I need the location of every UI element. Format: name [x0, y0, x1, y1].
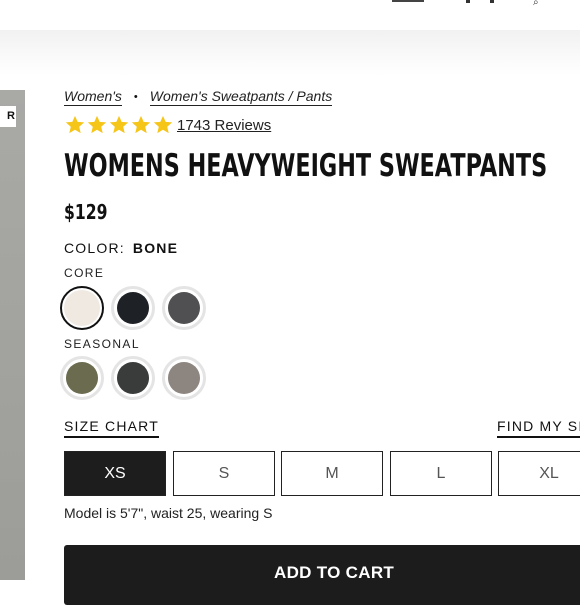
swatch-color-fill	[66, 362, 98, 394]
rating: 1743 Reviews	[64, 114, 271, 136]
find-my-size-link[interactable]: FIND MY SI	[497, 418, 580, 438]
swatch-olive[interactable]	[60, 356, 104, 400]
color-value: BONE	[132, 240, 179, 256]
reviews-link[interactable]: 1743 Reviews	[177, 117, 271, 134]
size-chart-link[interactable]: SIZE CHART	[64, 418, 159, 438]
top-nav-bar: ⌕	[0, 0, 580, 34]
swatch-black[interactable]	[111, 286, 155, 330]
color-label-row: COLOR: BONE	[64, 240, 178, 256]
size-option-l[interactable]: L	[390, 451, 492, 496]
star-icon	[65, 115, 85, 134]
size-option-xs[interactable]: XS	[64, 451, 166, 496]
add-to-cart-button[interactable]: ADD TO CART	[64, 545, 580, 605]
swatch-color-fill	[117, 362, 149, 394]
swatch-color-fill	[117, 292, 149, 324]
model-fit-note: Model is 5'7", waist 25, wearing S	[64, 505, 273, 521]
swatch-taupe[interactable]	[162, 356, 206, 400]
breadcrumb: Women's • Women's Sweatpants / Pants	[64, 88, 333, 106]
swatch-bone[interactable]	[60, 286, 104, 330]
breadcrumb-separator: •	[133, 91, 138, 103]
size-option-s[interactable]: S	[173, 451, 275, 496]
product-price: $129	[64, 200, 108, 224]
swatch-group-label-core: CORE	[64, 266, 105, 280]
breadcrumb-womens[interactable]: Women's	[64, 88, 122, 106]
account-icon[interactable]	[466, 0, 470, 3]
swatch-color-fill	[64, 290, 100, 326]
product-title: WOMENS HEAVYWEIGHT SWEATPANTS	[64, 148, 548, 184]
swatch-color-fill	[168, 362, 200, 394]
star-icon	[153, 115, 173, 134]
size-option-xl[interactable]: XL	[498, 451, 580, 496]
swatch-color-fill	[168, 292, 200, 324]
star-icon	[131, 115, 151, 134]
color-label: COLOR:	[64, 240, 125, 256]
star-rating	[64, 114, 174, 136]
size-option-m[interactable]: M	[281, 451, 383, 496]
image-badge: R	[0, 106, 16, 127]
swatch-dark-grey[interactable]	[111, 356, 155, 400]
add-to-cart-label: ADD TO CART	[274, 563, 395, 582]
swatch-group-label-seasonal: SEASONAL	[64, 337, 140, 351]
menu-icon[interactable]	[392, 0, 424, 2]
search-icon[interactable]: ⌕	[533, 0, 539, 8]
star-icon	[87, 115, 107, 134]
breadcrumb-womens-sweatpants[interactable]: Women's Sweatpants / Pants	[149, 88, 333, 106]
star-icon	[109, 115, 129, 134]
swatch-charcoal[interactable]	[162, 286, 206, 330]
header-shadow	[0, 30, 580, 76]
cart-icon[interactable]	[490, 0, 494, 3]
product-image[interactable]	[0, 90, 25, 580]
